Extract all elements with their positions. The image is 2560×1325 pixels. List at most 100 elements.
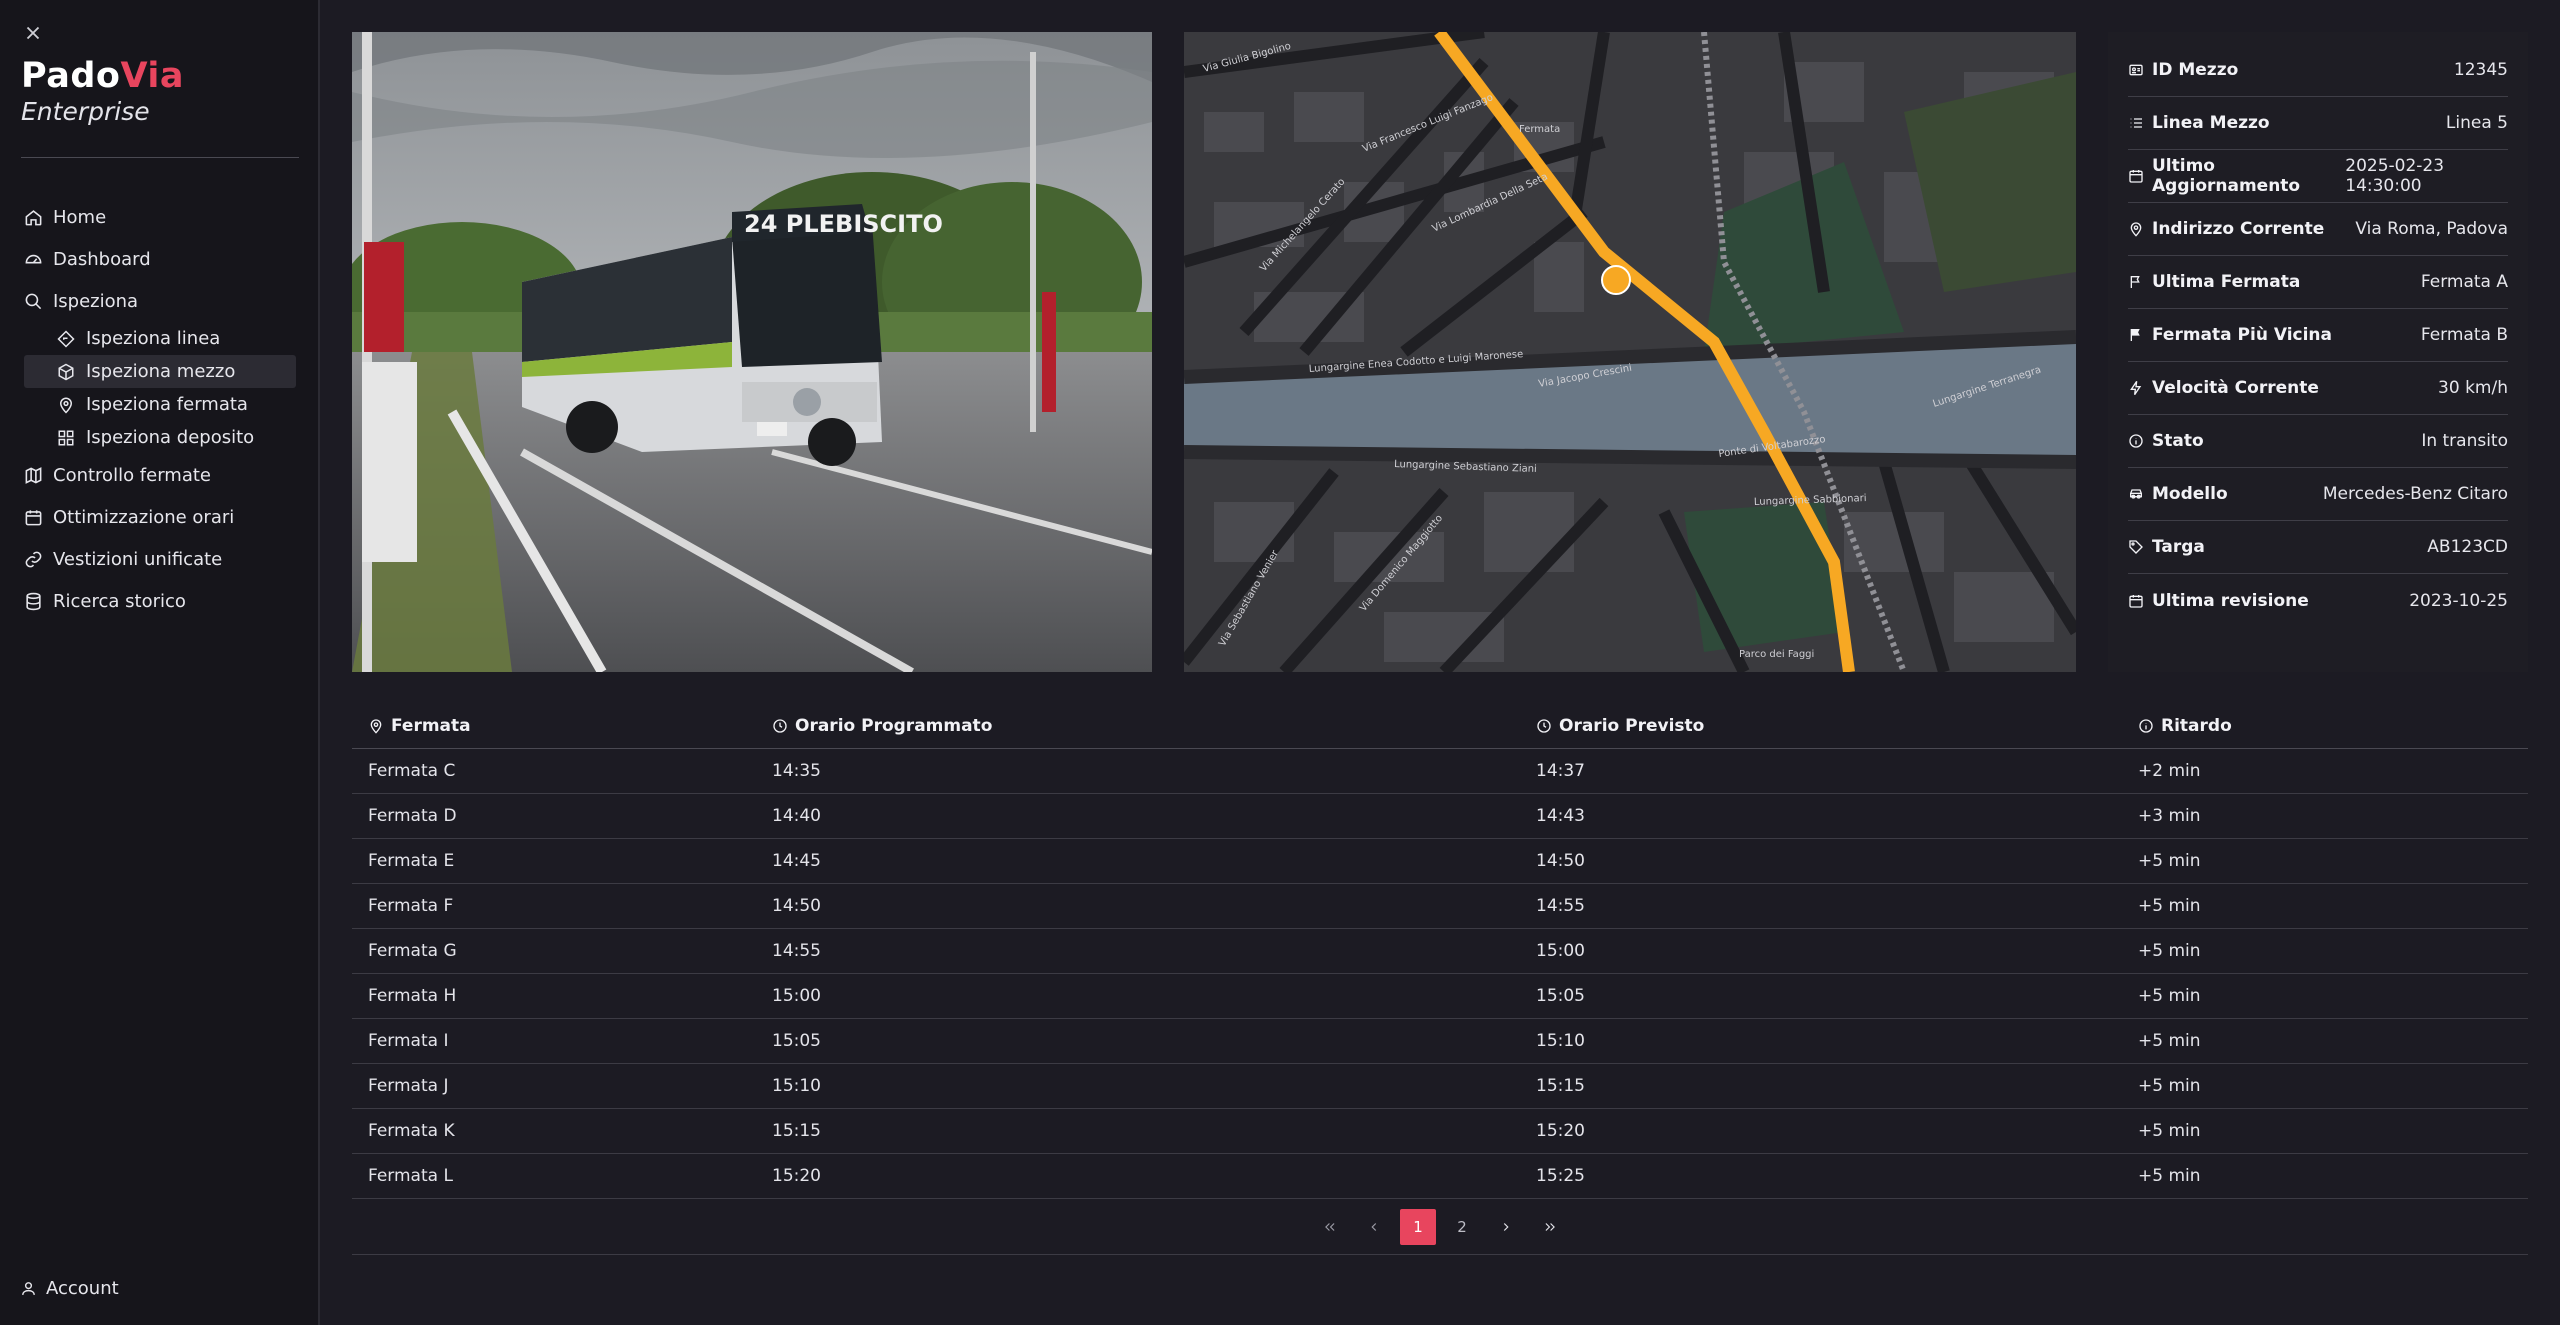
main-nav: Home Dashboard Ispeziona Ispeziona linea… xyxy=(24,196,296,622)
nav-item-ricerca-storico[interactable]: Ricerca storico xyxy=(24,580,296,622)
table-row[interactable]: Fermata E 14:45 14:50 +5 min xyxy=(352,839,2528,884)
column-header-ritardo[interactable]: Ritardo xyxy=(2138,716,2528,736)
map-pin-icon xyxy=(2130,222,2142,237)
detail-row: Fermata Più Vicina Fermata B xyxy=(2128,309,2508,362)
table-cell: Fermata I xyxy=(368,1031,449,1051)
detail-value: Fermata B xyxy=(2420,325,2508,345)
table-cell: 15:15 xyxy=(772,1121,821,1141)
table-row[interactable]: Fermata H 15:00 15:05 +5 min xyxy=(352,974,2528,1019)
table-cell: 14:55 xyxy=(772,941,821,961)
table-cell: 14:40 xyxy=(772,806,821,826)
table-cell: +5 min xyxy=(2138,1121,2201,1141)
table-cell: Fermata K xyxy=(368,1121,455,1141)
cube-icon xyxy=(58,363,74,380)
nav-item-ispeziona-linea[interactable]: Ispeziona linea xyxy=(24,322,296,355)
detail-label: ID Mezzo xyxy=(2128,60,2238,80)
flag-filled-icon xyxy=(2130,329,2140,341)
table-row[interactable]: Fermata I 15:05 15:10 +5 min xyxy=(352,1019,2528,1064)
close-icon[interactable] xyxy=(22,22,44,44)
table-cell: 15:20 xyxy=(1536,1121,1585,1141)
table-cell: 14:43 xyxy=(1536,806,1585,826)
chevron-left-icon xyxy=(1371,1222,1377,1231)
table-cell: 15:25 xyxy=(1536,1166,1585,1186)
detail-row: Modello Mercedes-Benz Citaro xyxy=(2128,468,2508,521)
table-row[interactable]: Fermata D 14:40 14:43 +3 min xyxy=(352,794,2528,839)
detail-row: Velocità Corrente 30 km/h xyxy=(2128,362,2508,415)
table-cell: 15:00 xyxy=(772,986,821,1006)
detail-value: Via Roma, Padova xyxy=(2355,219,2508,239)
table-cell: 14:50 xyxy=(1536,851,1585,871)
table-cell: Fermata H xyxy=(368,986,457,1006)
table-cell: +5 min xyxy=(2138,851,2201,871)
dashboard-gauge-icon xyxy=(25,254,42,263)
detail-value: AB123CD xyxy=(2427,537,2508,557)
clock-icon xyxy=(773,719,787,733)
detail-row: ID Mezzo 12345 xyxy=(2128,44,2508,97)
table-row[interactable]: Fermata J 15:10 15:15 +5 min xyxy=(352,1064,2528,1109)
table-cell: 14:50 xyxy=(772,896,821,916)
table-row[interactable]: Fermata C 14:35 14:37 +2 min xyxy=(352,749,2528,794)
page-button-1[interactable]: 1 xyxy=(1400,1208,1436,1245)
first-page-button[interactable] xyxy=(1312,1209,1348,1245)
account-button[interactable]: Account xyxy=(20,1278,119,1299)
nav-item-dashboard[interactable]: Dashboard xyxy=(24,238,296,280)
database-icon xyxy=(26,592,41,610)
route-diamond-icon xyxy=(57,329,75,348)
detail-label: Velocità Corrente xyxy=(2128,378,2319,398)
table-cell: 14:45 xyxy=(772,851,821,871)
table-cell: 14:55 xyxy=(1536,896,1585,916)
chevrons-right-icon xyxy=(1545,1222,1555,1231)
nav-item-ispeziona-fermata[interactable]: Ispeziona fermata xyxy=(24,388,296,421)
detail-label: Indirizzo Corrente xyxy=(2128,219,2324,239)
map-icon xyxy=(25,466,42,484)
info-icon xyxy=(2129,434,2143,448)
calendar-icon xyxy=(2129,170,2143,183)
detail-label: Ultima Fermata xyxy=(2128,272,2300,292)
detail-value: Fermata A xyxy=(2420,272,2508,292)
table-cell: Fermata C xyxy=(368,761,456,781)
table-row[interactable]: Fermata F 14:50 14:55 +5 min xyxy=(352,884,2528,929)
detail-value: Mercedes-Benz Citaro xyxy=(2322,484,2508,504)
table-cell: Fermata L xyxy=(368,1166,453,1186)
map-pin-icon xyxy=(59,397,73,414)
nav-item-home[interactable]: Home xyxy=(24,196,296,238)
map-label-park: Parco dei Faggi xyxy=(1739,649,1814,660)
last-page-button[interactable] xyxy=(1532,1209,1568,1245)
page-button-2[interactable]: 2 xyxy=(1444,1209,1480,1245)
home-icon xyxy=(25,209,42,225)
prev-page-button[interactable] xyxy=(1356,1209,1392,1245)
nav-item-controllo-fermate[interactable]: Controllo fermate xyxy=(24,454,296,496)
table-cell: Fermata G xyxy=(368,941,457,961)
column-header-orario-previsto[interactable]: Orario Previsto xyxy=(1536,716,2138,736)
detail-row: Ultima revisione 2023-10-25 xyxy=(2128,574,2508,627)
nav-item-ispeziona-mezzo[interactable]: Ispeziona mezzo xyxy=(24,355,296,388)
table-header: Fermata Orario Programmato Orario Previs… xyxy=(352,704,2528,749)
chevrons-left-icon xyxy=(1325,1222,1335,1231)
detail-value: Linea 5 xyxy=(2445,113,2508,133)
table-cell: 14:35 xyxy=(772,761,821,781)
nav-item-ottimizzazione-orari[interactable]: Ottimizzazione orari xyxy=(24,496,296,538)
column-header-orario-programmato[interactable]: Orario Programmato xyxy=(772,716,1536,736)
list-icon xyxy=(2130,118,2142,128)
next-page-button[interactable] xyxy=(1488,1209,1524,1245)
nav-item-ispeziona-deposito[interactable]: Ispeziona deposito xyxy=(24,421,296,454)
table-cell: 15:10 xyxy=(772,1076,821,1096)
column-header-fermata[interactable]: Fermata xyxy=(352,716,772,736)
sidebar: PadoVia Enterprise Home Dashboard Ispezi… xyxy=(0,0,320,1325)
divider xyxy=(21,157,299,158)
detail-label: Ultimo Aggiornamento xyxy=(2128,156,2345,196)
table-cell: 15:05 xyxy=(1536,986,1585,1006)
nav-item-vestizioni-unificate[interactable]: Vestizioni unificate xyxy=(24,538,296,580)
vehicle-map[interactable]: Via Giulia Bigolino Via Francesco Luigi … xyxy=(1184,32,2076,672)
table-cell: 15:20 xyxy=(772,1166,821,1186)
id-card-icon xyxy=(2129,64,2143,76)
table-cell: Fermata E xyxy=(368,851,455,871)
chevron-right-icon xyxy=(1503,1222,1509,1231)
table-row[interactable]: Fermata L 15:20 15:25 +5 min xyxy=(352,1154,2528,1199)
nav-item-ispeziona[interactable]: Ispeziona xyxy=(24,280,296,322)
brand-logo: PadoVia Enterprise xyxy=(21,56,185,126)
table-row[interactable]: Fermata G 14:55 15:00 +5 min xyxy=(352,929,2528,974)
table-cell: +5 min xyxy=(2138,1166,2201,1186)
table-cell: 15:15 xyxy=(1536,1076,1585,1096)
table-row[interactable]: Fermata K 15:15 15:20 +5 min xyxy=(352,1109,2528,1154)
